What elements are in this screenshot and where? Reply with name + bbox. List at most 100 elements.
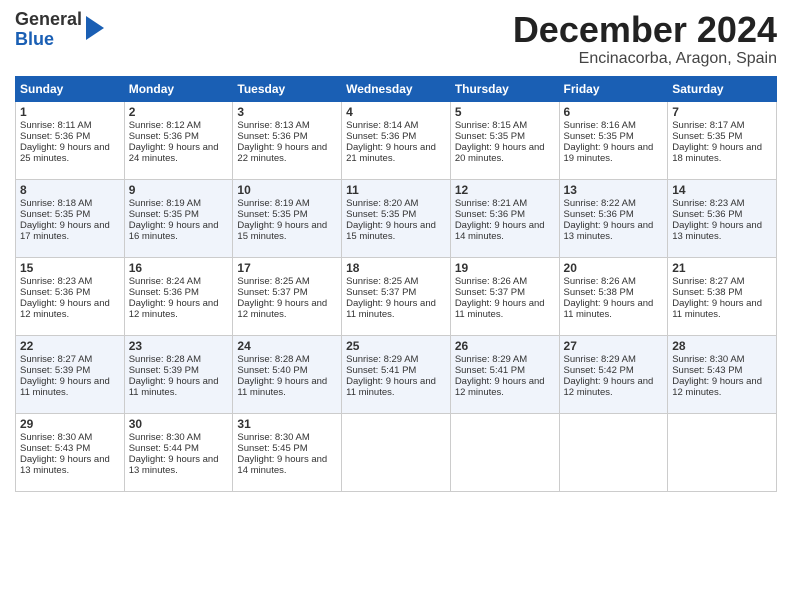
sunrise-text: Sunrise: 8:20 AM: [346, 198, 418, 209]
sunset-text: Sunset: 5:41 PM: [346, 365, 416, 376]
daylight-text: Daylight: 9 hours and 13 minutes.: [129, 454, 219, 476]
daylight-text: Daylight: 9 hours and 12 minutes.: [237, 298, 327, 320]
sunrise-text: Sunrise: 8:19 AM: [237, 198, 309, 209]
calendar-cell: 29Sunrise: 8:30 AMSunset: 5:43 PMDayligh…: [16, 413, 125, 491]
day-number: 15: [20, 261, 120, 275]
day-number: 9: [129, 183, 229, 197]
daylight-text: Daylight: 9 hours and 12 minutes.: [129, 298, 219, 320]
daylight-text: Daylight: 9 hours and 11 minutes.: [20, 376, 110, 398]
calendar-cell: 7Sunrise: 8:17 AMSunset: 5:35 PMDaylight…: [668, 101, 777, 179]
calendar-cell: 19Sunrise: 8:26 AMSunset: 5:37 PMDayligh…: [450, 257, 559, 335]
daylight-text: Daylight: 9 hours and 11 minutes.: [129, 376, 219, 398]
sunset-text: Sunset: 5:36 PM: [237, 131, 307, 142]
sunset-text: Sunset: 5:35 PM: [346, 209, 416, 220]
daylight-text: Daylight: 9 hours and 21 minutes.: [346, 142, 436, 164]
sunset-text: Sunset: 5:35 PM: [564, 131, 634, 142]
sunrise-text: Sunrise: 8:19 AM: [129, 198, 201, 209]
sunset-text: Sunset: 5:35 PM: [237, 209, 307, 220]
sunset-text: Sunset: 5:36 PM: [129, 287, 199, 298]
sunset-text: Sunset: 5:36 PM: [455, 209, 525, 220]
day-number: 31: [237, 417, 337, 431]
daylight-text: Daylight: 9 hours and 12 minutes.: [672, 376, 762, 398]
day-number: 11: [346, 183, 446, 197]
logo-blue: Blue: [15, 29, 54, 49]
sunrise-text: Sunrise: 8:29 AM: [455, 354, 527, 365]
sunset-text: Sunset: 5:35 PM: [20, 209, 90, 220]
calendar-cell: 23Sunrise: 8:28 AMSunset: 5:39 PMDayligh…: [124, 335, 233, 413]
sunset-text: Sunset: 5:36 PM: [346, 131, 416, 142]
daylight-text: Daylight: 9 hours and 15 minutes.: [237, 220, 327, 242]
calendar-cell: 25Sunrise: 8:29 AMSunset: 5:41 PMDayligh…: [342, 335, 451, 413]
day-number: 5: [455, 105, 555, 119]
daylight-text: Daylight: 9 hours and 11 minutes.: [564, 298, 654, 320]
calendar-cell: 4Sunrise: 8:14 AMSunset: 5:36 PMDaylight…: [342, 101, 451, 179]
sunrise-text: Sunrise: 8:25 AM: [237, 276, 309, 287]
sunrise-text: Sunrise: 8:12 AM: [129, 120, 201, 131]
sunrise-text: Sunrise: 8:23 AM: [20, 276, 92, 287]
calendar-cell: 10Sunrise: 8:19 AMSunset: 5:35 PMDayligh…: [233, 179, 342, 257]
location-title: Encinacorba, Aragon, Spain: [513, 50, 777, 68]
sunrise-text: Sunrise: 8:29 AM: [564, 354, 636, 365]
sunset-text: Sunset: 5:35 PM: [129, 209, 199, 220]
daylight-text: Daylight: 9 hours and 11 minutes.: [346, 298, 436, 320]
day-number: 14: [672, 183, 772, 197]
sunset-text: Sunset: 5:42 PM: [564, 365, 634, 376]
calendar-week-1: 1Sunrise: 8:11 AMSunset: 5:36 PMDaylight…: [16, 101, 777, 179]
sunrise-text: Sunrise: 8:30 AM: [20, 432, 92, 443]
day-number: 12: [455, 183, 555, 197]
sunrise-text: Sunrise: 8:18 AM: [20, 198, 92, 209]
calendar-cell: 2Sunrise: 8:12 AMSunset: 5:36 PMDaylight…: [124, 101, 233, 179]
sunrise-text: Sunrise: 8:15 AM: [455, 120, 527, 131]
sunrise-text: Sunrise: 8:29 AM: [346, 354, 418, 365]
calendar-week-2: 8Sunrise: 8:18 AMSunset: 5:35 PMDaylight…: [16, 179, 777, 257]
daylight-text: Daylight: 9 hours and 24 minutes.: [129, 142, 219, 164]
daylight-text: Daylight: 9 hours and 12 minutes.: [564, 376, 654, 398]
sunrise-text: Sunrise: 8:11 AM: [20, 120, 92, 131]
sunrise-text: Sunrise: 8:26 AM: [455, 276, 527, 287]
sunrise-text: Sunrise: 8:22 AM: [564, 198, 636, 209]
sunset-text: Sunset: 5:40 PM: [237, 365, 307, 376]
daylight-text: Daylight: 9 hours and 13 minutes.: [20, 454, 110, 476]
sunrise-text: Sunrise: 8:25 AM: [346, 276, 418, 287]
calendar-cell: 27Sunrise: 8:29 AMSunset: 5:42 PMDayligh…: [559, 335, 668, 413]
calendar-cell: 9Sunrise: 8:19 AMSunset: 5:35 PMDaylight…: [124, 179, 233, 257]
page-container: General Blue December 2024 Encinacorba, …: [0, 0, 792, 502]
daylight-text: Daylight: 9 hours and 22 minutes.: [237, 142, 327, 164]
daylight-text: Daylight: 9 hours and 25 minutes.: [20, 142, 110, 164]
daylight-text: Daylight: 9 hours and 11 minutes.: [237, 376, 327, 398]
calendar-week-3: 15Sunrise: 8:23 AMSunset: 5:36 PMDayligh…: [16, 257, 777, 335]
daylight-text: Daylight: 9 hours and 11 minutes.: [672, 298, 762, 320]
sunset-text: Sunset: 5:36 PM: [564, 209, 634, 220]
sunset-text: Sunset: 5:35 PM: [455, 131, 525, 142]
header-day-wednesday: Wednesday: [342, 76, 451, 101]
sunrise-text: Sunrise: 8:28 AM: [237, 354, 309, 365]
day-number: 24: [237, 339, 337, 353]
sunset-text: Sunset: 5:37 PM: [346, 287, 416, 298]
day-number: 21: [672, 261, 772, 275]
day-number: 8: [20, 183, 120, 197]
daylight-text: Daylight: 9 hours and 18 minutes.: [672, 142, 762, 164]
sunrise-text: Sunrise: 8:26 AM: [564, 276, 636, 287]
header-day-friday: Friday: [559, 76, 668, 101]
daylight-text: Daylight: 9 hours and 12 minutes.: [455, 376, 545, 398]
calendar-cell: 15Sunrise: 8:23 AMSunset: 5:36 PMDayligh…: [16, 257, 125, 335]
header-day-saturday: Saturday: [668, 76, 777, 101]
sunrise-text: Sunrise: 8:17 AM: [672, 120, 744, 131]
sunset-text: Sunset: 5:38 PM: [564, 287, 634, 298]
day-number: 3: [237, 105, 337, 119]
calendar-table: SundayMondayTuesdayWednesdayThursdayFrid…: [15, 76, 777, 492]
daylight-text: Daylight: 9 hours and 13 minutes.: [564, 220, 654, 242]
calendar-body: 1Sunrise: 8:11 AMSunset: 5:36 PMDaylight…: [16, 101, 777, 491]
header: General Blue December 2024 Encinacorba, …: [15, 10, 777, 68]
calendar-cell: 3Sunrise: 8:13 AMSunset: 5:36 PMDaylight…: [233, 101, 342, 179]
header-day-monday: Monday: [124, 76, 233, 101]
calendar-cell: 20Sunrise: 8:26 AMSunset: 5:38 PMDayligh…: [559, 257, 668, 335]
calendar-cell: 28Sunrise: 8:30 AMSunset: 5:43 PMDayligh…: [668, 335, 777, 413]
day-number: 10: [237, 183, 337, 197]
daylight-text: Daylight: 9 hours and 11 minutes.: [346, 376, 436, 398]
calendar-cell: [668, 413, 777, 491]
calendar-header-row: SundayMondayTuesdayWednesdayThursdayFrid…: [16, 76, 777, 101]
title-area: December 2024 Encinacorba, Aragon, Spain: [513, 10, 777, 68]
header-day-tuesday: Tuesday: [233, 76, 342, 101]
daylight-text: Daylight: 9 hours and 15 minutes.: [346, 220, 436, 242]
